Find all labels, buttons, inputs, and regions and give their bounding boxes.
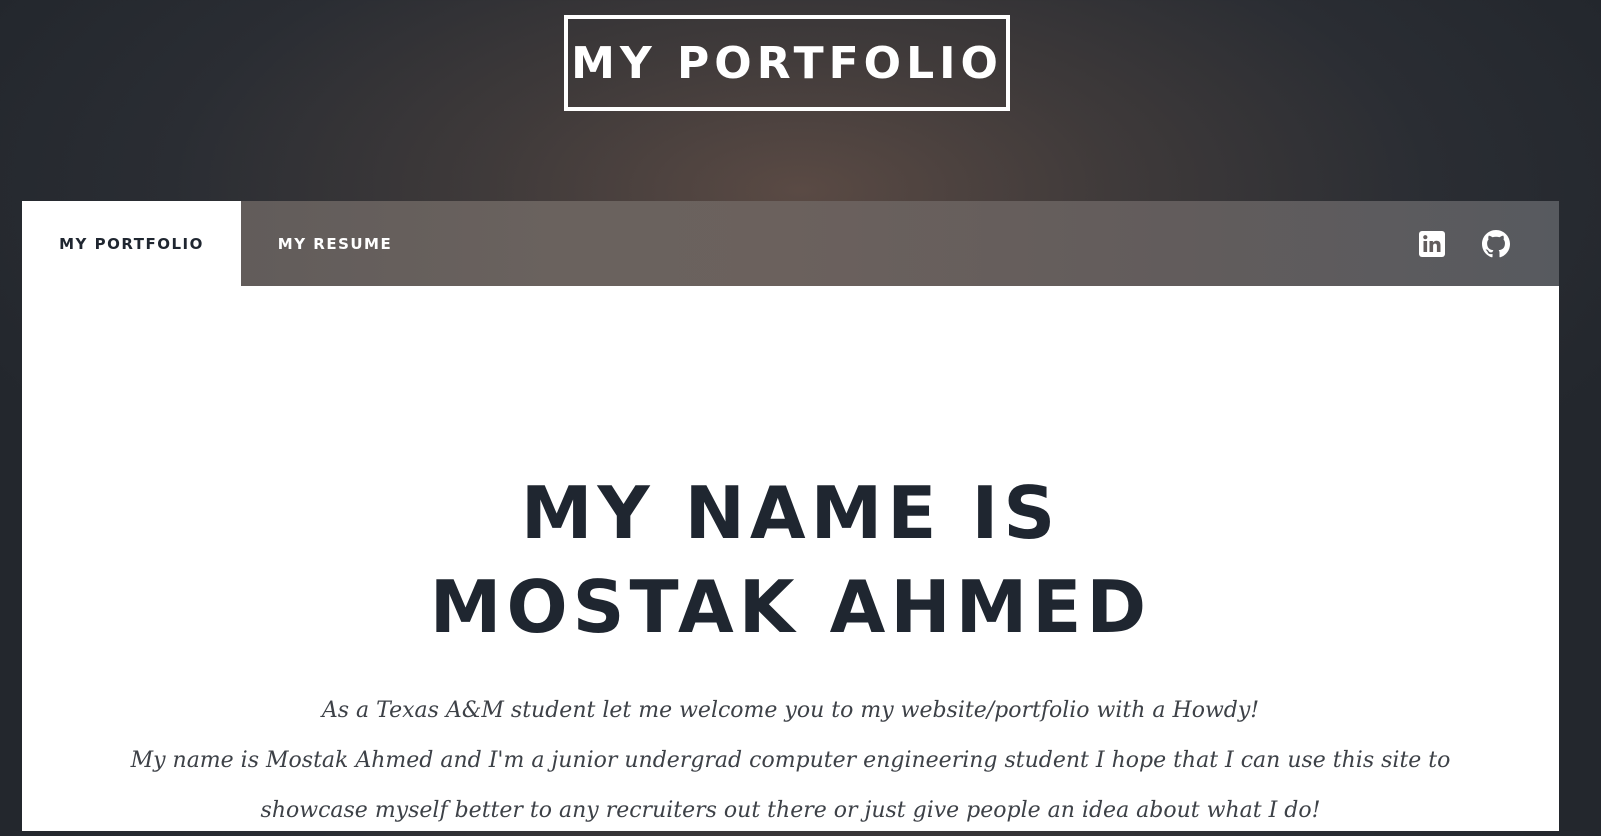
logo-text: MY PORTFOLIO (571, 37, 1003, 89)
tab-my-portfolio[interactable]: MY PORTFOLIO (22, 201, 241, 286)
headline-line-1: MY NAME IS (520, 471, 1061, 555)
headline-line-2: MOSTAK AHMED (429, 565, 1152, 649)
intro-line-1: As a Texas A&M student let me welcome yo… (321, 698, 1260, 723)
github-icon[interactable] (1481, 229, 1511, 259)
linkedin-icon[interactable] (1417, 229, 1447, 259)
site-header: MY PORTFOLIO (0, 0, 1601, 201)
main-content: MY NAME IS MOSTAK AHMED As a Texas A&M s… (22, 286, 1559, 831)
tab-my-resume[interactable]: MY RESUME (241, 201, 429, 286)
main-nav: MY PORTFOLIO MY RESUME (22, 201, 1559, 286)
intro-text: As a Texas A&M student let me welcome yo… (22, 686, 1559, 836)
intro-line-3: showcase myself better to any recruiters… (260, 798, 1321, 823)
intro-line-2: My name is Mostak Ahmed and I'm a junior… (130, 748, 1451, 773)
site-logo[interactable]: MY PORTFOLIO (564, 15, 1010, 111)
social-links (1417, 201, 1511, 286)
page-title: MY NAME IS MOSTAK AHMED (22, 466, 1559, 654)
